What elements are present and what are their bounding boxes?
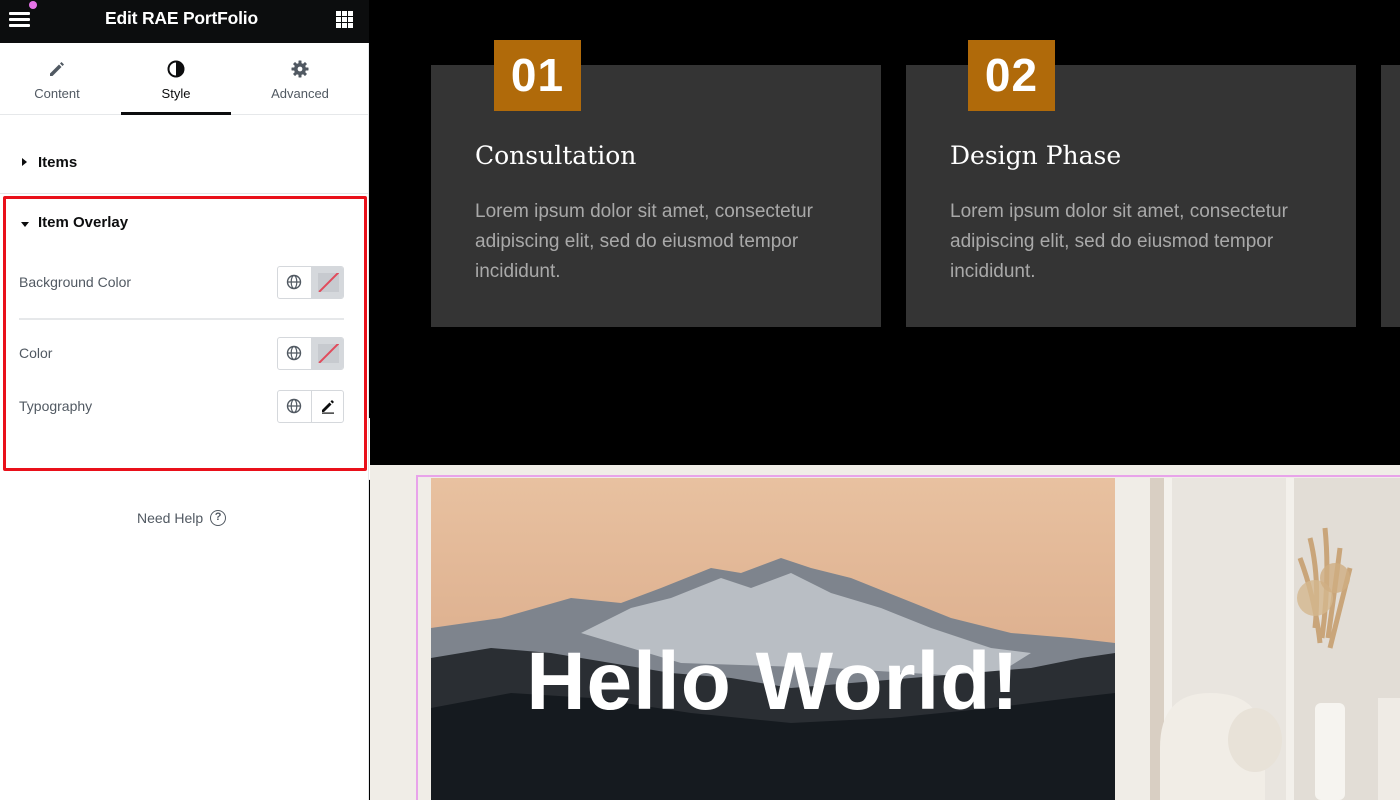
control-divider (19, 318, 344, 320)
card-title: Consultation (475, 141, 637, 170)
caret-down-icon (21, 222, 29, 227)
empty-color-icon (317, 344, 339, 363)
portfolio-item-image[interactable] (1150, 478, 1400, 800)
caret-right-icon (22, 158, 27, 166)
globe-icon (286, 398, 302, 414)
typography-control (277, 390, 344, 423)
section-divider (0, 193, 369, 194)
typography-edit-button[interactable] (310, 391, 344, 422)
tab-content[interactable]: Content (2, 43, 112, 115)
global-colors-button[interactable] (278, 338, 311, 369)
question-mark-icon: ? (210, 510, 227, 526)
background-color-label: Background Color (19, 274, 132, 290)
highlight-annotation (3, 196, 367, 471)
editor-topbar: Edit RAE PortFolio (0, 0, 369, 43)
section-item-overlay-label: Item Overlay (38, 214, 129, 231)
color-swatch[interactable] (310, 338, 343, 369)
portfolio-item-image[interactable]: Hello World! (431, 478, 1115, 800)
pencil-icon (321, 400, 334, 414)
need-help-label: Need Help (137, 510, 204, 526)
tab-advanced[interactable]: Advanced (245, 43, 355, 115)
card-text: Lorem ipsum dolor sit amet, consectetur … (950, 201, 1288, 282)
interior-image (1150, 478, 1400, 800)
pencil-icon (50, 62, 64, 76)
process-card-partial (1381, 65, 1400, 327)
panel-title: Edit RAE PortFolio (105, 8, 258, 28)
widgets-grid-icon[interactable] (336, 11, 353, 28)
card-number-badge: 02 (968, 40, 1055, 111)
gear-icon (291, 60, 309, 78)
section-items-header[interactable]: Items (0, 138, 369, 188)
card-number-badge: 01 (494, 40, 581, 111)
editor-panel: Edit RAE PortFolio Content Style Advance… (0, 0, 369, 800)
color-control (277, 337, 344, 370)
global-colors-button[interactable] (278, 267, 311, 298)
tab-content-label: Content (34, 86, 80, 101)
section-items-label: Items (38, 154, 78, 171)
global-fonts-button[interactable] (278, 391, 311, 422)
tab-advanced-label: Advanced (271, 86, 329, 101)
tab-style[interactable]: Style (121, 43, 231, 115)
typography-label: Typography (19, 398, 93, 414)
need-help-link[interactable]: Need Help ? (137, 510, 227, 526)
portfolio-image-text: Hello World! (526, 636, 1020, 727)
contrast-icon (167, 60, 185, 78)
tab-style-label: Style (161, 86, 191, 101)
color-label: Color (19, 345, 53, 361)
card-text: Lorem ipsum dolor sit amet, consectetur … (475, 201, 813, 282)
globe-icon (286, 274, 302, 290)
panel-tabs: Content Style Advanced (0, 43, 369, 115)
empty-color-icon (317, 273, 339, 292)
card-title: Design Phase (950, 141, 1122, 170)
globe-icon (286, 345, 302, 361)
background-color-control (277, 266, 344, 299)
background-color-swatch[interactable] (310, 267, 343, 298)
